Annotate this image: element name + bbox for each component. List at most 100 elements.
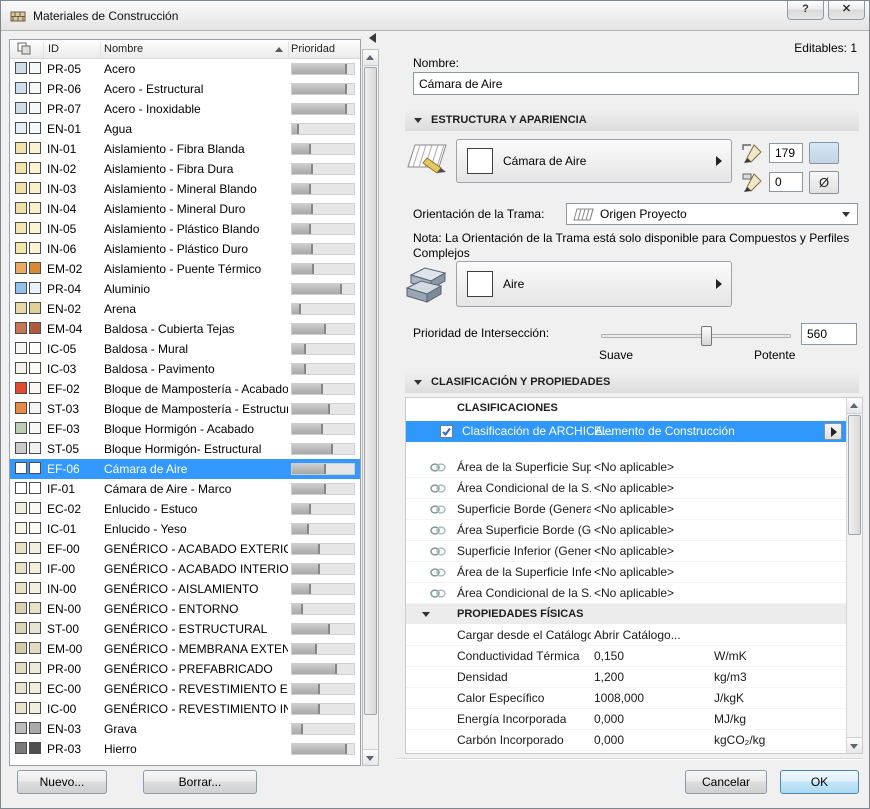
surface-color-swatch bbox=[29, 382, 41, 394]
physical-property-row[interactable]: Calor Específico1008,000J/kgK bbox=[406, 688, 846, 709]
list-item[interactable]: PR-07Acero - Inoxidable bbox=[10, 99, 360, 119]
collapse-left-panel-arrow[interactable] bbox=[367, 32, 379, 44]
column-header-id[interactable]: ID bbox=[48, 43, 59, 55]
list-item[interactable]: EM-00GENÉRICO - MEMBRANA EXTENDIDA bbox=[10, 639, 360, 659]
name-input[interactable] bbox=[413, 72, 859, 95]
cut-fill-color-swatch bbox=[15, 242, 27, 254]
list-item[interactable]: IC-01Enlucido - Yeso bbox=[10, 519, 360, 539]
list-item[interactable]: IN-03Aislamiento - Mineral Blando bbox=[10, 179, 360, 199]
classification-checkbox[interactable] bbox=[440, 425, 453, 438]
empty-background-button[interactable]: Ø bbox=[809, 171, 839, 194]
list-item[interactable]: IN-06Aislamiento - Plástico Duro bbox=[10, 239, 360, 259]
list-item[interactable]: IC-05Baldosa - Mural bbox=[10, 339, 360, 359]
list-item[interactable]: IN-04Aislamiento - Mineral Duro bbox=[10, 199, 360, 219]
list-item[interactable]: PR-06Acero - Estructural bbox=[10, 79, 360, 99]
physical-property-row[interactable]: Energía Incorporada0,000MJ/kg bbox=[406, 709, 846, 730]
scroll-down-button[interactable] bbox=[847, 737, 862, 753]
list-item[interactable]: EN-02Arena bbox=[10, 299, 360, 319]
list-item[interactable]: IN-05Aislamiento - Plástico Blando bbox=[10, 219, 360, 239]
list-item[interactable]: PR-03Hierro bbox=[10, 739, 360, 759]
orientation-dropdown[interactable]: Origen Proyecto bbox=[566, 203, 858, 225]
material-name: Enlucido - Estuco bbox=[104, 502, 288, 516]
scrollbar-thumb[interactable] bbox=[364, 67, 377, 715]
property-row[interactable]: Superficie Borde (General)<No aplicable> bbox=[406, 499, 846, 520]
materials-list-header[interactable]: ID Nombre Prioridad bbox=[10, 40, 360, 59]
column-header-nombre[interactable]: Nombre bbox=[104, 43, 143, 55]
fill-pen-input[interactable] bbox=[769, 143, 803, 163]
list-item[interactable]: PR-04Aluminio bbox=[10, 279, 360, 299]
list-item[interactable]: IC-03Baldosa - Pavimento bbox=[10, 359, 360, 379]
property-row[interactable]: Área de la Superficie Sup...<No aplicabl… bbox=[406, 457, 846, 478]
list-scrollbar[interactable] bbox=[362, 49, 379, 766]
list-item[interactable]: IF-00GENÉRICO - ACABADO INTERIOR bbox=[10, 559, 360, 579]
delete-button[interactable]: Borrar... bbox=[143, 770, 257, 794]
scroll-down-button[interactable] bbox=[363, 749, 378, 765]
property-name: Área de la Superficie Infe... bbox=[457, 565, 591, 579]
property-row[interactable]: Superficie Inferior (Gener...<No aplicab… bbox=[406, 541, 846, 562]
priority-bar bbox=[291, 483, 355, 495]
list-item[interactable]: IN-00GENÉRICO - AISLAMIENTO bbox=[10, 579, 360, 599]
material-id: IN-00 bbox=[47, 582, 76, 596]
material-name: Aislamiento - Mineral Blando bbox=[104, 182, 288, 196]
close-button[interactable]: ✕ bbox=[828, 1, 865, 20]
property-row[interactable]: Área Condicional de la S...<No aplicable… bbox=[406, 478, 846, 499]
cut-fill-color-swatch bbox=[15, 722, 27, 734]
list-item[interactable]: EC-02Enlucido - Estuco bbox=[10, 499, 360, 519]
list-item[interactable]: ST-00GENÉRICO - ESTRUCTURAL bbox=[10, 619, 360, 639]
list-item[interactable]: EF-02Bloque de Mampostería - Acabado bbox=[10, 379, 360, 399]
priority-bar bbox=[291, 623, 355, 635]
physical-property-row[interactable]: Carbón Incorporado0,000kgCO₂/kg bbox=[406, 730, 846, 751]
property-name: Superficie Inferior (Gener... bbox=[457, 544, 591, 558]
priority-slider-thumb[interactable] bbox=[701, 326, 712, 346]
classification-section-header[interactable]: CLASIFICACIÓN Y PROPIEDADES bbox=[405, 372, 859, 393]
priority-value-input[interactable] bbox=[801, 323, 857, 345]
priority-slider-track[interactable] bbox=[601, 334, 791, 338]
cancel-button[interactable]: Cancelar bbox=[685, 770, 767, 794]
scroll-up-button[interactable] bbox=[847, 398, 862, 414]
list-item[interactable]: EC-00GENÉRICO - REVESTIMIENTO EXTERIOR bbox=[10, 679, 360, 699]
list-item[interactable]: EN-03Grava bbox=[10, 719, 360, 739]
classification-row[interactable]: Clasificación de ARCHICA... Elemento de … bbox=[406, 421, 846, 442]
new-button[interactable]: Nuevo... bbox=[17, 770, 107, 794]
list-item[interactable]: EN-00GENÉRICO - ENTORNO bbox=[10, 599, 360, 619]
physical-property-row[interactable]: Densidad1,200kg/m3 bbox=[406, 667, 846, 688]
list-item[interactable]: ST-05Bloque Hormigón- Estructural bbox=[10, 439, 360, 459]
material-name: Acero - Estructural bbox=[104, 82, 288, 96]
list-item[interactable]: EM-02Aislamiento - Puente Térmico bbox=[10, 259, 360, 279]
background-pen-input[interactable] bbox=[769, 172, 803, 192]
list-item[interactable]: PR-05Acero bbox=[10, 59, 360, 79]
list-item[interactable]: EN-01Agua bbox=[10, 119, 360, 139]
surface-color-swatch bbox=[29, 542, 41, 554]
list-item[interactable]: IF-01Cámara de Aire - Marco bbox=[10, 479, 360, 499]
list-item[interactable]: EF-03Bloque Hormigón - Acabado bbox=[10, 419, 360, 439]
properties-scrollbar[interactable] bbox=[846, 398, 862, 753]
list-item[interactable]: IC-00GENÉRICO - REVESTIMIENTO INTERIOR bbox=[10, 699, 360, 719]
column-header-prioridad[interactable]: Prioridad bbox=[291, 43, 335, 55]
orientation-value: Origen Proyecto bbox=[600, 207, 687, 221]
scrollbar-thumb[interactable] bbox=[848, 415, 861, 535]
list-item[interactable]: IN-02Aislamiento - Fibra Dura bbox=[10, 159, 360, 179]
list-item[interactable]: EF-00GENÉRICO - ACABADO EXTERIOR bbox=[10, 539, 360, 559]
physical-properties-header[interactable]: PROPIEDADES FÍSICAS bbox=[406, 604, 846, 624]
list-item[interactable]: ST-03Bloque de Mampostería - Estructural bbox=[10, 399, 360, 419]
physical-property-row[interactable]: Cargar desde el CatálogoAbrir Catálogo..… bbox=[406, 625, 846, 646]
help-button[interactable]: ? bbox=[787, 1, 824, 20]
physical-property-row[interactable]: Conductividad Térmica0,150W/mK bbox=[406, 646, 846, 667]
list-item[interactable]: EM-04Baldosa - Cubierta Tejas bbox=[10, 319, 360, 339]
fill-pen-color-swatch[interactable] bbox=[809, 142, 839, 164]
property-value: 0,150 bbox=[594, 649, 624, 663]
cut-fill-chooser[interactable]: Cámara de Aire bbox=[456, 139, 732, 183]
classification-expand-button[interactable] bbox=[824, 423, 842, 440]
surface-chooser[interactable]: Aire bbox=[456, 261, 732, 307]
property-row[interactable]: Área Superficie Borde (G...<No aplicable… bbox=[406, 520, 846, 541]
list-item[interactable]: EF-06Cámara de Aire bbox=[10, 459, 360, 479]
scroll-up-button[interactable] bbox=[363, 50, 378, 66]
property-row[interactable]: Área de la Superficie Infe...<No aplicab… bbox=[406, 562, 846, 583]
priority-bar-fill bbox=[292, 224, 311, 234]
ok-button[interactable]: OK bbox=[780, 770, 859, 794]
structure-section-header[interactable]: ESTRUCTURA Y APARIENCIA bbox=[405, 110, 859, 131]
priority-bar bbox=[291, 583, 355, 595]
list-item[interactable]: IN-01Aislamiento - Fibra Blanda bbox=[10, 139, 360, 159]
list-item[interactable]: PR-00GENÉRICO - PREFABRICADO bbox=[10, 659, 360, 679]
property-row[interactable]: Área Condicional de la S...<No aplicable… bbox=[406, 583, 846, 604]
